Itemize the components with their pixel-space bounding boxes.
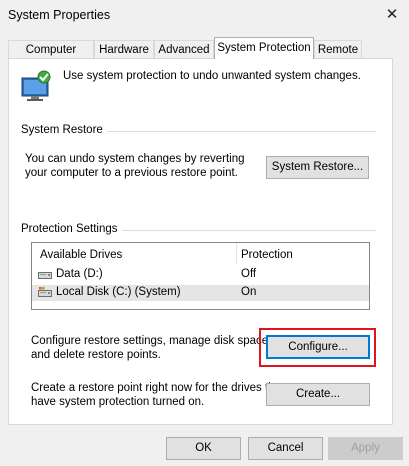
tab-advanced[interactable]: Advanced	[154, 40, 214, 58]
intro-text: Use system protection to undo unwanted s…	[63, 70, 361, 82]
configure-description-2: and delete restore points.	[31, 349, 161, 361]
tab-hardware[interactable]: Hardware	[94, 40, 154, 58]
column-separator[interactable]	[236, 243, 237, 264]
create-button[interactable]: Create...	[266, 383, 370, 406]
ok-button[interactable]: OK	[166, 437, 241, 460]
column-header-protection[interactable]: Protection	[241, 249, 293, 261]
drive-icon	[38, 269, 52, 280]
protection-settings-group-label: Protection Settings	[21, 223, 122, 235]
column-header-available-drives[interactable]: Available Drives	[40, 249, 122, 261]
drive-name: Local Disk (C:) (System)	[56, 286, 181, 298]
table-row[interactable]: Data (D:) Off	[32, 267, 369, 283]
system-drive-icon	[38, 287, 52, 298]
system-restore-description-2: your computer to a previous restore poin…	[25, 167, 238, 179]
system-protection-icon	[19, 69, 53, 103]
system-restore-button[interactable]: System Restore...	[266, 156, 369, 179]
window-title: System Properties	[8, 8, 111, 22]
configure-description-1: Configure restore settings, manage disk …	[31, 335, 272, 347]
table-row[interactable]: Local Disk (C:) (System) On	[32, 285, 369, 301]
group-divider	[116, 230, 376, 231]
create-description-1: Create a restore point right now for the…	[31, 382, 285, 394]
drive-name: Data (D:)	[56, 268, 103, 280]
create-description-2: have system protection turned on.	[31, 396, 205, 408]
group-divider	[100, 131, 376, 132]
cancel-button[interactable]: Cancel	[248, 437, 323, 460]
close-icon[interactable]: ✕	[381, 4, 403, 26]
drive-protection-status: Off	[241, 268, 257, 280]
drives-list[interactable]: Available Drives Protection Data (D:) Of…	[31, 242, 370, 310]
tab-remote[interactable]: Remote	[314, 40, 362, 58]
system-restore-description-1: You can undo system changes by reverting	[25, 153, 245, 165]
drive-protection-status: On	[241, 286, 257, 298]
highlight-box	[259, 328, 376, 367]
tab-computer-name[interactable]: Computer Name	[8, 40, 94, 74]
tab-system-protection[interactable]: System Protection	[214, 37, 314, 59]
apply-button[interactable]: Apply	[328, 437, 403, 460]
system-restore-group-label: System Restore	[21, 124, 107, 136]
